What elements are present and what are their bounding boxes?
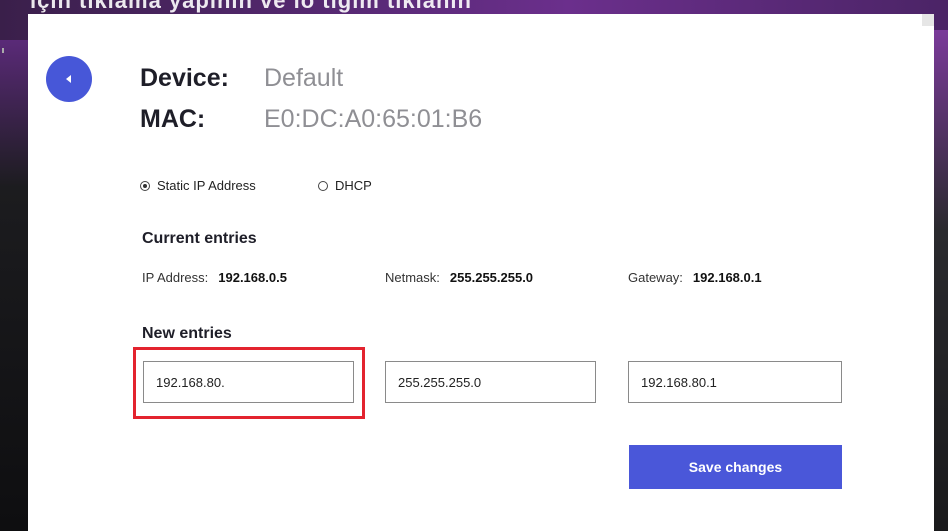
current-ip-label: IP Address: (142, 270, 209, 285)
chevron-left-icon (66, 75, 71, 83)
desktop-background-left (0, 40, 28, 531)
current-ip-value: 192.168.0.5 (218, 270, 287, 285)
new-entries-title: New entries (142, 325, 232, 342)
save-changes-button[interactable]: Save changes (629, 445, 842, 489)
dhcp-radio[interactable]: DHCP (318, 178, 372, 193)
mac-label: MAC: (140, 105, 206, 133)
mac-address: E0:DC:A0:65:01:B6 (264, 105, 483, 133)
current-entries-title: Current entries (142, 230, 257, 247)
new-gateway-input[interactable] (628, 361, 842, 403)
device-label: Device: (140, 64, 229, 92)
current-ip-entry: IP Address: 192.168.0.5 (142, 270, 287, 285)
current-netmask-label: Netmask: (385, 270, 440, 285)
close-box[interactable] (922, 14, 934, 26)
new-netmask-input[interactable] (385, 361, 596, 403)
device-name: Default (264, 64, 344, 92)
new-ip-input[interactable] (143, 361, 354, 403)
back-button[interactable] (46, 56, 92, 102)
static-ip-radio[interactable]: Static IP Address (140, 178, 256, 193)
current-netmask-value: 255.255.255.0 (449, 270, 534, 285)
window-edge-marker (2, 48, 4, 53)
network-settings-dialog: Device: Default MAC: E0:DC:A0:65:01:B6 S… (28, 14, 934, 531)
current-gateway-label: Gateway: (628, 270, 683, 285)
radio-unchecked-icon (318, 180, 328, 191)
radio-checked-icon (140, 180, 150, 191)
static-ip-label: Static IP Address (157, 178, 256, 193)
background-text: ıçın tıklama yapının ve ıo tığım tıklanı… (30, 0, 472, 13)
desktop-background-right (934, 30, 948, 531)
current-gateway-entry: Gateway: 192.168.0.1 (628, 270, 762, 285)
dhcp-label: DHCP (335, 178, 372, 193)
current-gateway-value: 192.168.0.1 (692, 270, 762, 285)
current-netmask-entry: Netmask: 255.255.255.0 (385, 270, 533, 285)
